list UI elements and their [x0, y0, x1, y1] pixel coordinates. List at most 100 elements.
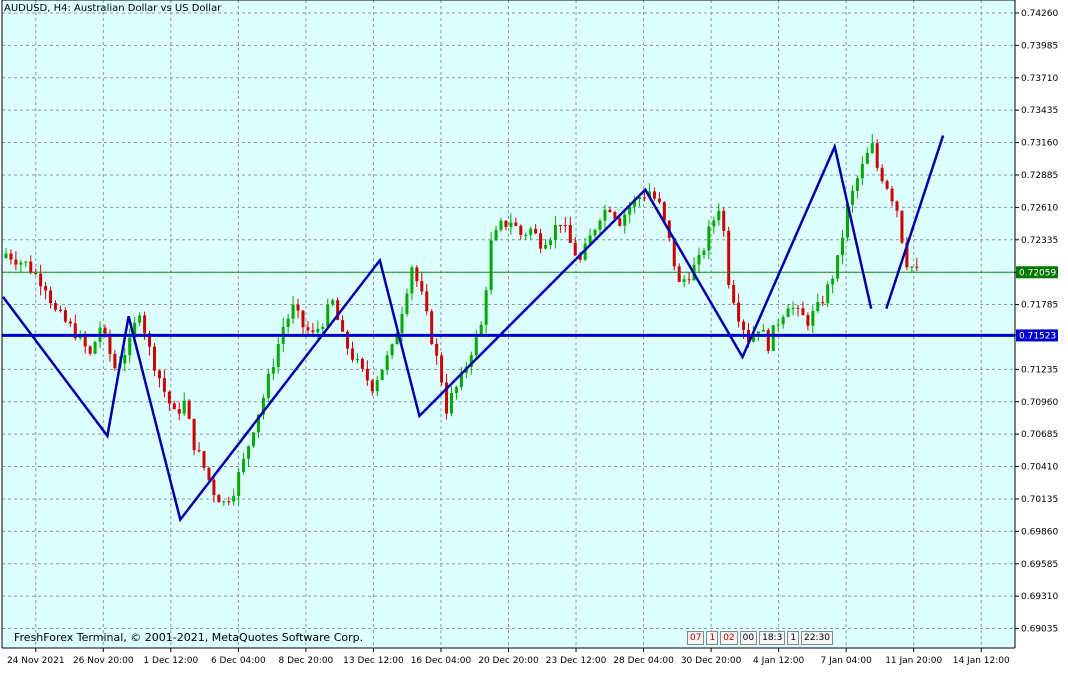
candle-body: [801, 308, 805, 316]
x-tick-label: 7 Jan 04:00: [821, 656, 873, 666]
candle-body: [355, 358, 359, 360]
candle-body: [29, 261, 33, 273]
candle-body: [682, 279, 686, 282]
x-tick-label: 8 Dec 20:00: [278, 656, 333, 666]
x-tick-label: 28 Dec 04:00: [613, 656, 674, 666]
y-tick-label: 0.73985: [1021, 41, 1058, 51]
price-chart[interactable]: 0.74260 0.73985 0.73710 0.73435 0.73160 0.728…: [0, 0, 1068, 669]
nav-cell[interactable]: 1: [706, 631, 719, 645]
candle-body: [791, 307, 795, 309]
candle-body: [375, 379, 379, 392]
candle-body: [326, 304, 330, 327]
candle-body: [177, 409, 181, 414]
candle-body: [821, 302, 825, 304]
nav-cell[interactable]: 02: [720, 631, 738, 645]
candle-body: [494, 229, 498, 241]
candle-body: [608, 209, 612, 212]
candle-body: [306, 327, 310, 331]
candle-body: [509, 222, 513, 227]
nav-cell[interactable]: 1: [787, 631, 800, 645]
x-tick-label: 26 Nov 20:00: [73, 656, 134, 666]
candle-body: [836, 255, 840, 279]
y-tick-label: 0.72610: [1021, 203, 1058, 213]
candle-body: [301, 310, 305, 328]
candle-body: [63, 310, 67, 322]
candle-body: [677, 266, 681, 282]
candle-body: [425, 291, 429, 312]
y-tick-label: 0.69860: [1021, 527, 1058, 537]
candle-body: [489, 240, 493, 291]
nav-cell[interactable]: 07: [687, 631, 705, 645]
x-tick-label: 13 Dec 12:00: [343, 656, 404, 666]
candle-body: [88, 346, 92, 354]
candle-body: [435, 343, 439, 356]
candle-body: [722, 210, 726, 231]
y-tick-label: 0.70410: [1021, 463, 1058, 473]
candle-body: [266, 373, 270, 398]
candle-body: [519, 225, 523, 235]
candle-body: [900, 210, 904, 243]
candle-body: [331, 300, 335, 305]
candle-body: [207, 467, 211, 480]
candle-body: [484, 290, 488, 325]
candle-body: [623, 214, 627, 226]
candle-body: [197, 450, 201, 452]
candle-body: [202, 451, 206, 468]
candle-body: [514, 222, 518, 226]
candle-body: [702, 250, 706, 255]
y-tick-label: 0.73710: [1021, 74, 1058, 84]
candle-body: [380, 369, 384, 380]
candle-body: [113, 353, 117, 369]
y-tick-label: 0.71235: [1021, 365, 1058, 375]
candle-body: [860, 163, 864, 179]
candle-body: [321, 326, 325, 329]
candle-body: [776, 324, 780, 326]
nav-cell[interactable]: 22:30: [801, 631, 833, 645]
candle-body: [534, 228, 538, 234]
candle-body: [712, 220, 716, 227]
candle-body: [697, 254, 701, 265]
candle-body: [222, 501, 226, 503]
navigation-widget[interactable]: 07 1 02 00 18:3 1 22:30: [687, 631, 835, 645]
candle-body: [34, 272, 38, 274]
candle-body: [613, 211, 617, 219]
copyright-footer: FreshForex Terminal, © 2001-2021, MetaQu…: [14, 631, 364, 644]
candle-body: [811, 310, 815, 326]
candle-body: [593, 229, 597, 236]
chart-title: AUDUSD, H4: Australian Dollar vs US Doll…: [4, 3, 222, 14]
candle-body: [172, 403, 176, 410]
candle-body: [316, 328, 320, 333]
candle-body: [539, 233, 543, 249]
candle-body: [153, 346, 156, 371]
candle-body: [192, 418, 196, 451]
candle-body: [643, 197, 647, 199]
candle-body: [276, 344, 280, 368]
candle-body: [841, 237, 845, 256]
y-tick-label: 0.73435: [1021, 106, 1058, 116]
candle-body: [707, 226, 711, 251]
candle-body: [415, 267, 419, 282]
candle-body: [474, 334, 478, 356]
candle-body: [9, 253, 13, 260]
nav-cell[interactable]: 00: [739, 631, 758, 645]
candle-body: [816, 302, 820, 311]
candle-body: [286, 318, 290, 327]
candle-body: [687, 279, 691, 281]
candle-body: [400, 313, 404, 334]
candle-body: [24, 261, 28, 263]
chart-area[interactable]: 0.74260 0.73985 0.73710 0.73435 0.73160 0.728…: [0, 0, 1068, 669]
candle-body: [558, 224, 562, 226]
candle-body: [870, 143, 874, 153]
candle-body: [885, 181, 889, 189]
nav-cell[interactable]: 18:3: [759, 631, 786, 645]
candle-body: [479, 324, 483, 335]
x-tick-label: 20 Dec 20:00: [478, 656, 539, 666]
candle-body: [652, 191, 656, 199]
y-tick-label: 0.74260: [1021, 9, 1058, 19]
candle-body: [771, 325, 775, 351]
candle-body: [405, 293, 409, 314]
candle-body: [182, 400, 186, 414]
candle-body: [890, 188, 894, 202]
y-tick-label: 0.70135: [1021, 495, 1058, 505]
y-tick-label: 0.69035: [1021, 625, 1058, 635]
